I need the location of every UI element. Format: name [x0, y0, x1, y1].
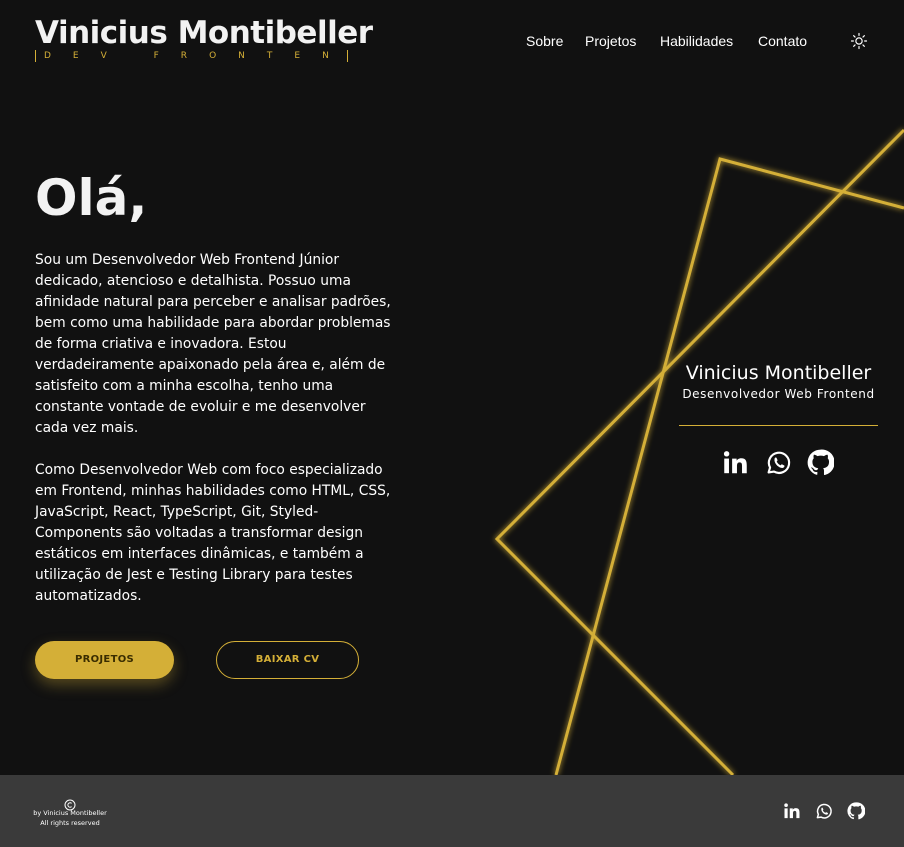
logo-subtitle: DEV FRONTEND — [35, 50, 348, 62]
nav-link-habilidades[interactable]: Habilidades — [660, 31, 733, 51]
sun-icon[interactable] — [850, 32, 868, 50]
github-icon[interactable] — [807, 449, 835, 476]
copyright-icon — [64, 796, 76, 811]
profile-name: Vinicius Montibeller — [685, 362, 872, 384]
hero-title: Olá, — [35, 169, 148, 227]
projects-button[interactable]: PROJETOS — [35, 641, 174, 679]
bio-paragraph-1: Sou um Desenvolvedor Web Frontend Júnior… — [35, 252, 391, 436]
linkedin-icon[interactable] — [722, 449, 749, 476]
footer-author: by Vinicius Montibeller — [33, 809, 107, 817]
nav-link-projetos[interactable]: Projetos — [585, 31, 636, 51]
profile-divider — [679, 425, 878, 426]
logo[interactable]: Vinicius Montibeller DEV FRONTEND — [35, 14, 373, 62]
nav-link-contato[interactable]: Contato — [758, 31, 807, 51]
linkedin-icon[interactable] — [783, 802, 801, 820]
profile-role: Desenvolvedor Web Frontend — [682, 387, 875, 401]
nav-link-sobre[interactable]: Sobre — [526, 31, 563, 51]
whatsapp-icon[interactable] — [815, 802, 833, 820]
site-header: Vinicius Montibeller DEV FRONTEND Sobre … — [0, 0, 904, 80]
site-footer: by Vinicius Montibeller All rights reser… — [0, 775, 904, 847]
logo-name: Vinicius Montibeller — [35, 15, 373, 51]
github-icon[interactable] — [847, 802, 866, 820]
whatsapp-icon[interactable] — [765, 449, 792, 476]
download-cv-button[interactable]: BAIXAR CV — [216, 641, 359, 679]
bio-paragraph-2: Como Desenvolvedor Web com foco especial… — [35, 462, 391, 604]
footer-rights: All rights reserved — [40, 819, 100, 827]
